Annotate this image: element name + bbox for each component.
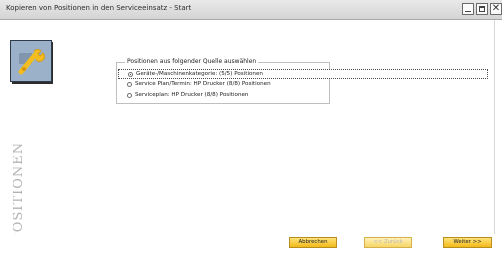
svg-text:POSITIONEN: POSITIONEN xyxy=(13,142,26,242)
title-bar: Kopieren von Positionen in den Serviceei… xyxy=(0,0,502,20)
source-option-1-label: Geräte-/Maschinenkategorie: (5/5) Positi… xyxy=(136,71,263,77)
radio-button-selected[interactable] xyxy=(128,72,133,77)
source-option-2-label: Service Plan/Termin: HP Drucker (8/8) Po… xyxy=(135,81,271,87)
window-title: Kopieren von Positionen in den Serviceei… xyxy=(6,4,192,12)
maximize-button[interactable] xyxy=(476,3,488,15)
footer-bar xyxy=(0,234,502,256)
wrench-icon xyxy=(10,40,52,82)
source-option-2[interactable]: Service Plan/Termin: HP Drucker (8/8) Po… xyxy=(118,80,488,90)
radio-button[interactable] xyxy=(127,93,132,98)
back-button[interactable]: << Zurück xyxy=(364,237,412,248)
minimize-button[interactable] xyxy=(462,3,474,15)
content-area xyxy=(53,20,494,234)
close-icon: ✕ xyxy=(491,3,501,14)
radio-button[interactable] xyxy=(127,82,132,87)
source-option-3[interactable]: Serviceplan: HP Drucker (8/8) Positionen xyxy=(118,91,488,101)
next-button[interactable]: Weiter >> xyxy=(443,237,492,248)
source-option-1[interactable]: Geräte-/Maschinenkategorie: (5/5) Positi… xyxy=(118,69,488,79)
source-group-title: Positionen aus folgender Quelle auswähle… xyxy=(125,58,259,65)
source-option-3-label: Serviceplan: HP Drucker (8/8) Positionen xyxy=(135,92,249,98)
close-button[interactable]: ✕ xyxy=(490,3,502,15)
cancel-button[interactable]: Abbrechen xyxy=(289,237,337,248)
vertical-divider xyxy=(494,20,495,234)
left-panel: POSITIONEN xyxy=(0,20,53,256)
positionen-vertical-label: POSITIONEN xyxy=(13,142,26,242)
